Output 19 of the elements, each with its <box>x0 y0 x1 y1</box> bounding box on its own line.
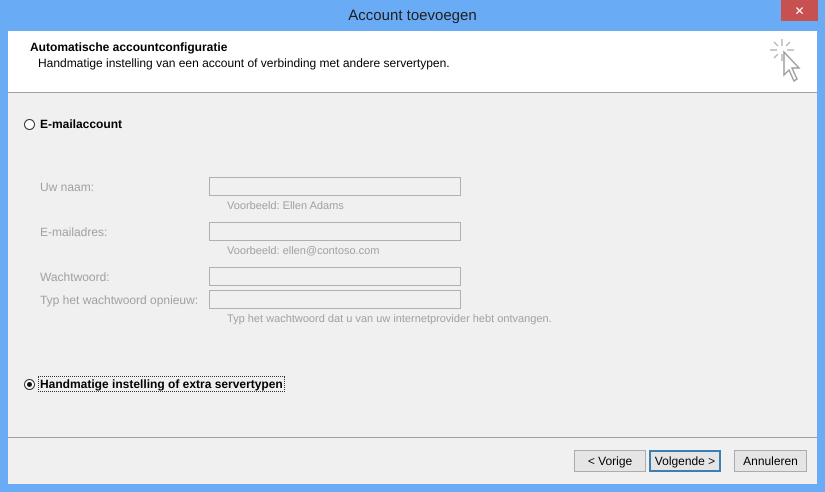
field-label: E-mailadres: <box>40 224 108 238</box>
radio-button[interactable] <box>24 378 35 390</box>
radio-option[interactable]: Handmatige instelling of extra servertypen <box>24 376 817 392</box>
field-label: Wachtwoord: <box>40 270 111 284</box>
header-title: Automatische accountconfiguratie <box>30 40 228 54</box>
dialog-button[interactable]: Volgende > <box>649 450 721 472</box>
field-hint: Voorbeeld: Ellen Adams <box>227 200 345 212</box>
radio-option[interactable]: E-mailaccount <box>24 116 817 132</box>
radio-button[interactable] <box>24 118 35 130</box>
field-hint: Voorbeeld: ellen@contoso.com <box>227 245 380 257</box>
field-label: Uw naam: <box>40 180 96 194</box>
field-label: Typ het wachtwoord opnieuw: <box>40 292 200 306</box>
sparkle-cursor-icon <box>769 37 803 85</box>
window-title: Account toevoegen <box>348 7 477 24</box>
close-button[interactable]: ✕ <box>781 0 818 21</box>
dialog-button[interactable]: < Vorige <box>574 450 646 472</box>
dialog-button[interactable]: Annuleren <box>734 450 807 472</box>
header-subtitle: Handmatige instelling van een account of verbinding met andere servertypen. <box>38 56 450 70</box>
field-hint: Typ het wachtwoord dat u van uw internetprovider hebt ontvangen. <box>227 313 553 325</box>
